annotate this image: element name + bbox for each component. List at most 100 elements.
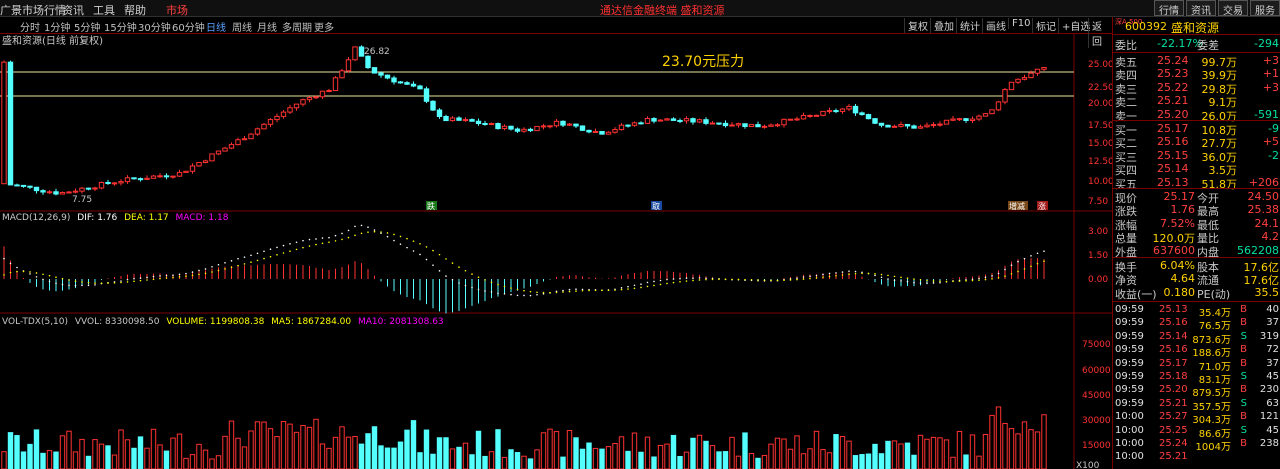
candle[interactable]: [989, 109, 995, 115]
candle[interactable]: [111, 182, 118, 185]
candle[interactable]: [657, 119, 664, 122]
candle[interactable]: [898, 123, 904, 127]
candle[interactable]: [716, 122, 722, 125]
candle[interactable]: [859, 112, 865, 116]
candle[interactable]: [904, 123, 911, 127]
candle[interactable]: [930, 124, 937, 127]
candle[interactable]: [878, 122, 885, 126]
stock-name[interactable]: 盛和资源: [1171, 19, 1219, 36]
candle[interactable]: [1028, 72, 1034, 79]
candle[interactable]: [248, 133, 254, 140]
candle[interactable]: [592, 130, 599, 133]
candle[interactable]: [202, 160, 209, 164]
candle[interactable]: [144, 177, 150, 180]
candle[interactable]: [261, 123, 267, 130]
candle[interactable]: [696, 119, 703, 123]
candle[interactable]: [690, 118, 696, 123]
kline-chart[interactable]: 盛和资源(日线 前复权) 23.70元压力 25.00 22.50 20.00 …: [0, 34, 1112, 469]
tick-row[interactable]: 10:00 25.24 1004万 B 238: [1113, 438, 1280, 453]
candle[interactable]: [14, 184, 20, 187]
candle[interactable]: [774, 124, 781, 127]
candle[interactable]: [53, 191, 59, 195]
candle[interactable]: [183, 170, 189, 173]
candle[interactable]: [683, 118, 690, 122]
bid-row[interactable]: 买四 25.14 3.5万: [1113, 162, 1280, 177]
candle[interactable]: [124, 177, 131, 183]
period-15min[interactable]: 15分钟: [104, 19, 137, 34]
candle[interactable]: [404, 82, 410, 85]
candle[interactable]: [573, 123, 579, 127]
candle[interactable]: [547, 125, 553, 128]
candle[interactable]: [638, 122, 644, 125]
candle[interactable]: [644, 118, 651, 124]
candle[interactable]: [378, 72, 384, 76]
candle[interactable]: [833, 110, 839, 113]
candle[interactable]: [46, 191, 53, 194]
statistics-button[interactable]: 统计: [956, 18, 983, 33]
candle[interactable]: [911, 125, 917, 129]
candle[interactable]: [839, 108, 846, 112]
candle[interactable]: [462, 119, 469, 122]
candle[interactable]: [150, 175, 157, 179]
candle[interactable]: [371, 67, 378, 74]
candle[interactable]: [937, 123, 943, 126]
candle[interactable]: [326, 90, 332, 93]
candle[interactable]: [631, 122, 638, 126]
candle[interactable]: [865, 114, 872, 120]
tick-row[interactable]: 10:00 25.25 86.6万 S 45: [1113, 425, 1280, 440]
tick-row[interactable]: 09:59 25.16 76.5万 B 37: [1113, 317, 1280, 332]
period-daily[interactable]: 日线: [206, 19, 226, 34]
candle[interactable]: [813, 114, 820, 117]
tick-row[interactable]: 09:59 25.13 35.4万 B 40: [1113, 304, 1280, 319]
candle[interactable]: [92, 187, 98, 190]
mark-button[interactable]: 标记: [1032, 18, 1059, 33]
candle[interactable]: [826, 110, 833, 113]
event-tag-info[interactable]: 取: [652, 202, 660, 211]
candle[interactable]: [969, 118, 976, 122]
candle[interactable]: [976, 115, 982, 120]
period-weekly[interactable]: 周线: [232, 19, 252, 34]
candle[interactable]: [475, 120, 482, 125]
f10-button[interactable]: F10: [1008, 18, 1033, 29]
candle[interactable]: [820, 110, 826, 116]
candle[interactable]: [443, 115, 449, 122]
candle[interactable]: [397, 81, 404, 84]
candle[interactable]: [800, 114, 807, 120]
period-60min[interactable]: 60分钟: [172, 19, 205, 34]
period-monthly[interactable]: 月线: [257, 19, 277, 34]
candle[interactable]: [345, 59, 352, 72]
menu-item-market-quotes[interactable]: 广景市场行情: [0, 2, 66, 18]
candle[interactable]: [196, 162, 202, 167]
tick-row[interactable]: 09:59 25.14 873.6万 S 319: [1113, 331, 1280, 346]
candle[interactable]: [956, 118, 963, 121]
candle[interactable]: [508, 125, 514, 130]
candle[interactable]: [157, 175, 163, 178]
candle[interactable]: [430, 100, 436, 111]
candle[interactable]: [651, 118, 657, 122]
candle[interactable]: [1, 61, 7, 185]
candle[interactable]: [872, 118, 878, 124]
candle[interactable]: [735, 123, 742, 126]
candle[interactable]: [521, 128, 527, 132]
candle[interactable]: [313, 96, 319, 99]
tick-row[interactable]: 09:59 25.18 83.1万 S 45: [1113, 371, 1280, 386]
candle[interactable]: [761, 125, 768, 128]
draw-line-button[interactable]: 画线: [982, 18, 1009, 33]
candle[interactable]: [105, 181, 111, 184]
tab-service[interactable]: 服务: [1250, 0, 1280, 17]
candle[interactable]: [540, 125, 547, 128]
candle[interactable]: [7, 61, 14, 186]
tab-trade[interactable]: 交易: [1218, 0, 1248, 17]
candle[interactable]: [319, 90, 326, 98]
candle[interactable]: [391, 77, 397, 83]
event-tag-drop[interactable]: 跌: [427, 201, 435, 211]
candle[interactable]: [891, 125, 898, 128]
candle[interactable]: [410, 83, 417, 87]
candle[interactable]: [131, 177, 137, 180]
candle[interactable]: [534, 125, 540, 132]
stock-code[interactable]: 600392: [1125, 20, 1167, 33]
candle[interactable]: [670, 118, 677, 121]
market-button[interactable]: 市场: [166, 2, 188, 18]
ask-row[interactable]: 卖三 25.22 29.8万 +3: [1113, 81, 1280, 96]
ask-row[interactable]: 卖一 25.20 26.0万 -591: [1113, 108, 1280, 123]
